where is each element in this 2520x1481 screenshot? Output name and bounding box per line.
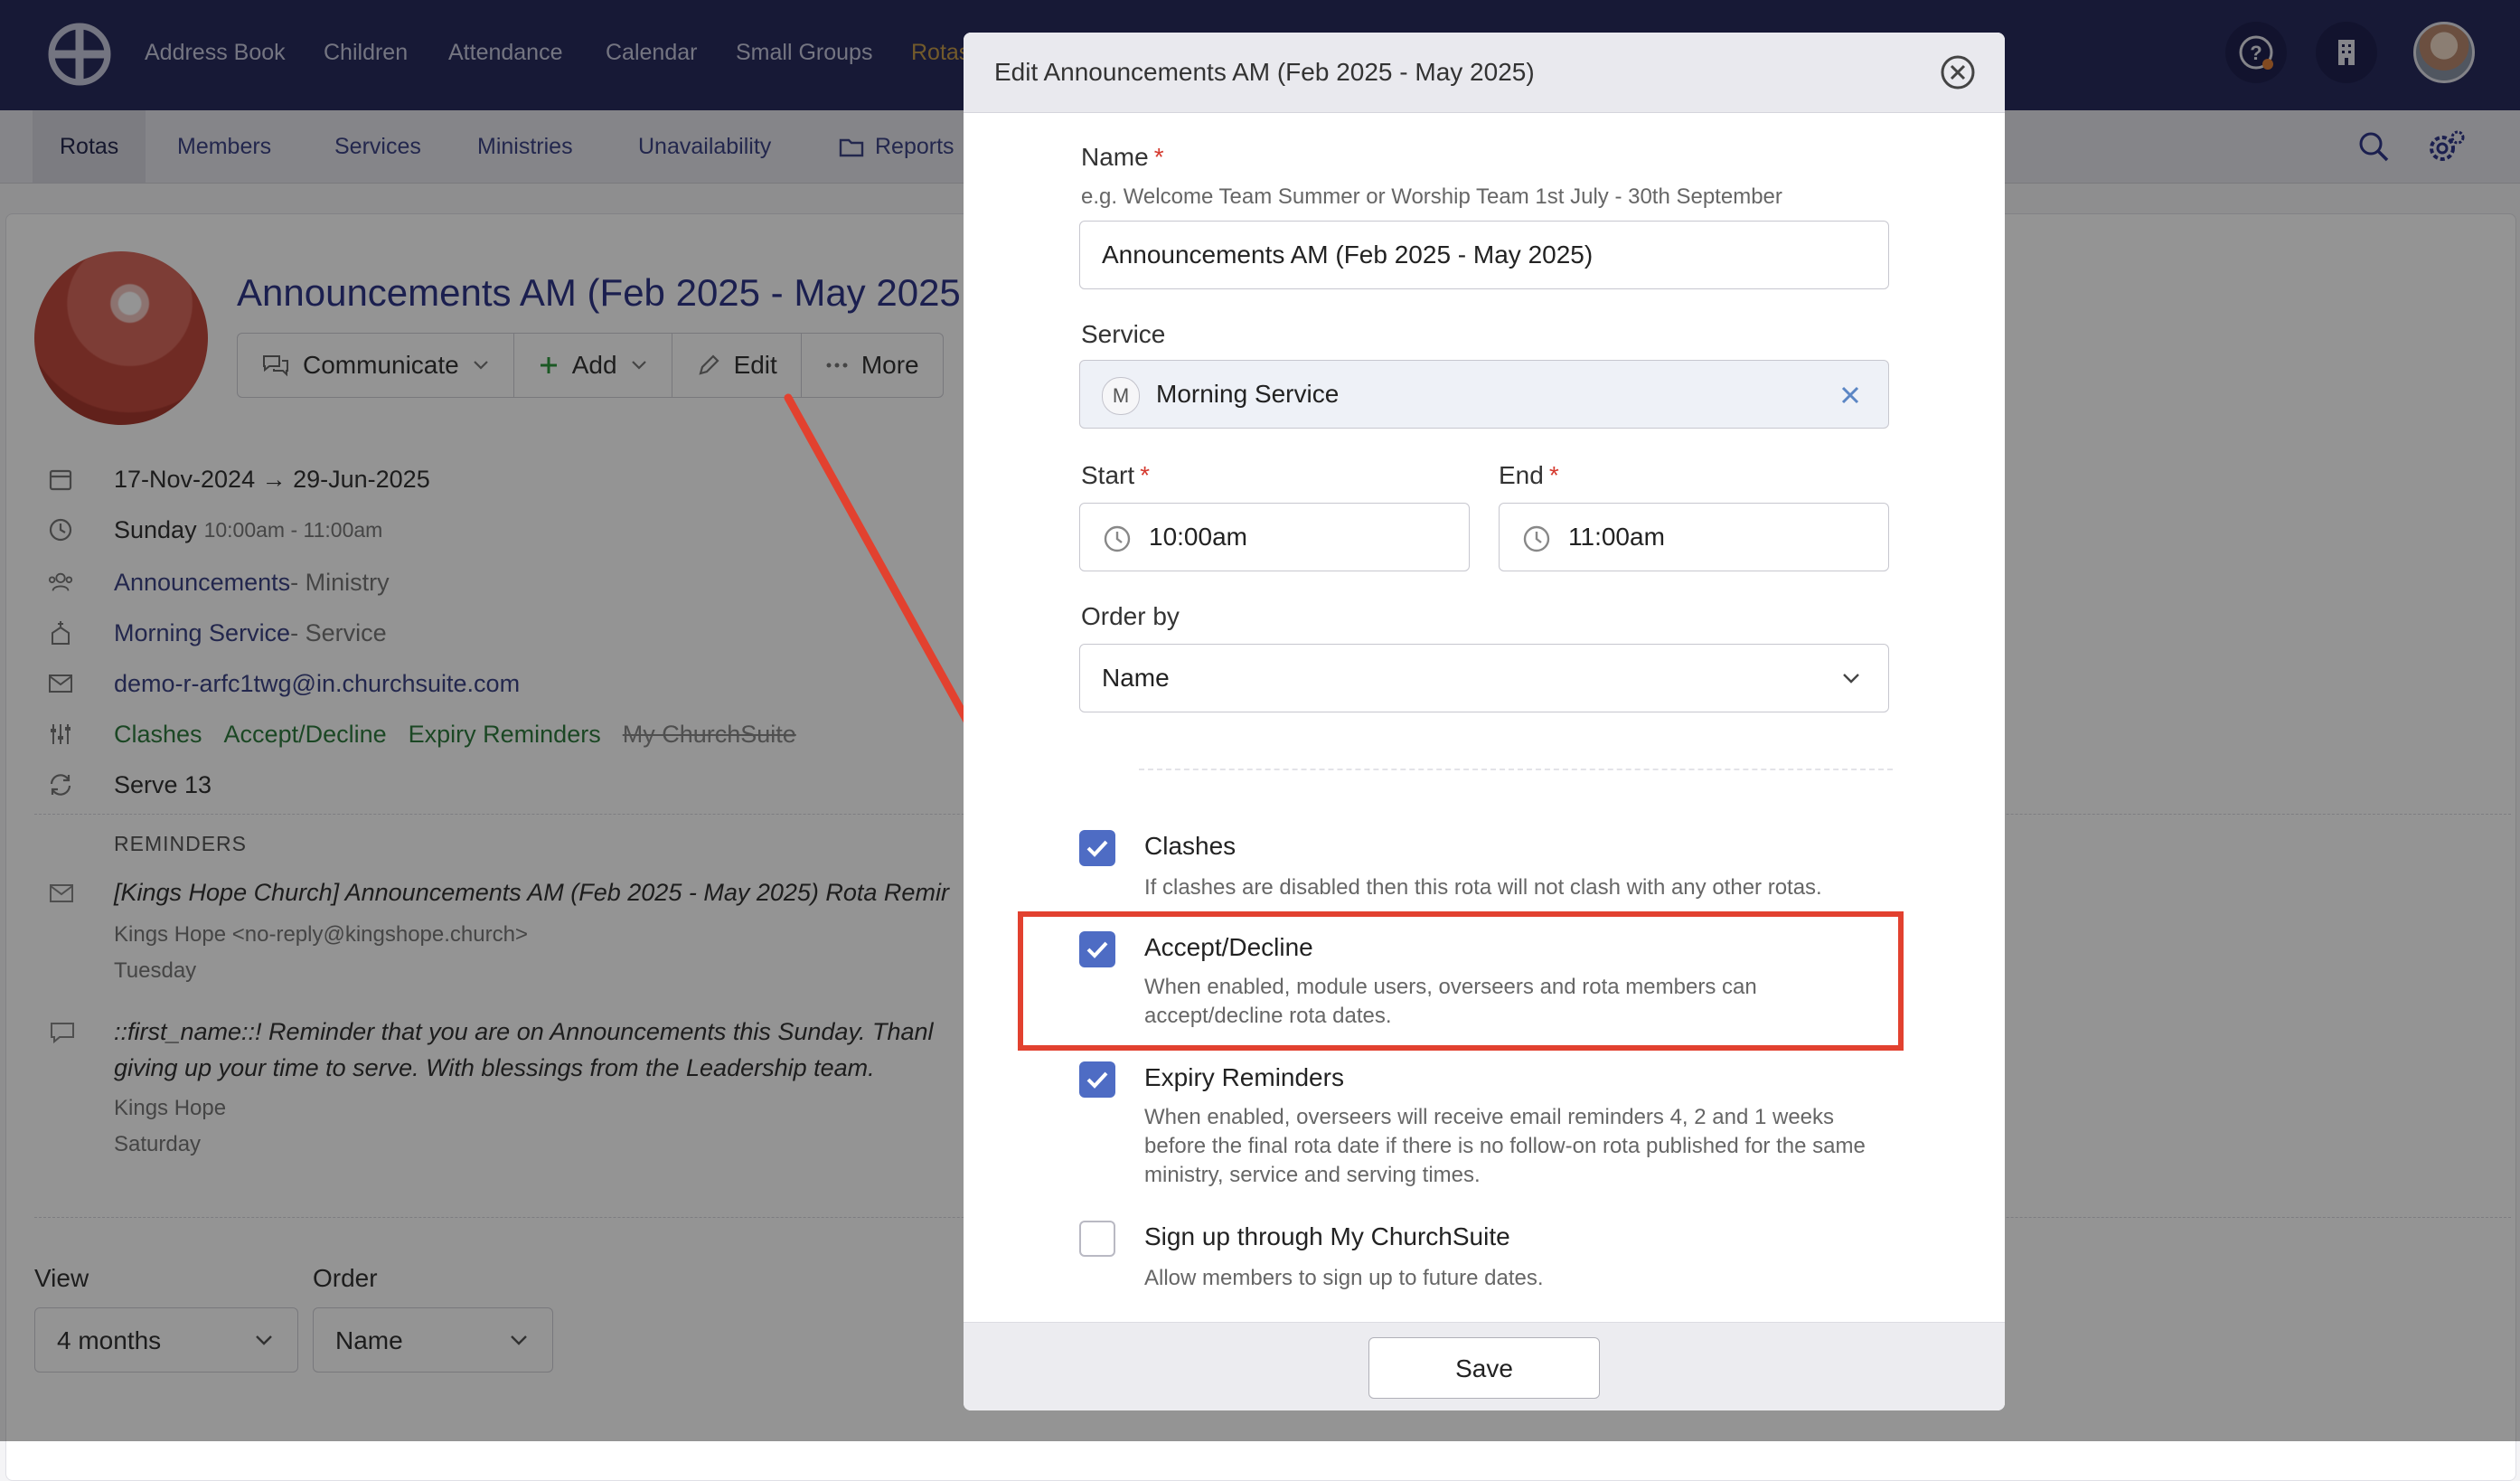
order-by-select[interactable]: Name — [1079, 644, 1889, 712]
end-label-text: End — [1499, 461, 1544, 489]
end-time-input[interactable]: 11:00am — [1499, 503, 1889, 571]
name-label-text: Name — [1081, 143, 1149, 171]
highlight-box — [1018, 911, 1904, 1051]
required-mark: * — [1153, 143, 1164, 171]
sign-up-description: Allow members to sign up to future dates… — [1144, 1266, 1544, 1290]
checkmark-icon — [1086, 840, 1108, 857]
required-mark: * — [1140, 461, 1151, 489]
name-help-text: e.g. Welcome Team Summer or Worship Team… — [1081, 184, 1782, 209]
start-label: Start * — [1081, 461, 1150, 490]
service-select-value: Morning Service — [1156, 380, 1340, 408]
expiry-reminders-label: Expiry Reminders — [1144, 1063, 1344, 1091]
start-label-text: Start — [1081, 461, 1135, 489]
service-label: Service — [1081, 320, 1166, 348]
clock-icon — [1523, 525, 1550, 552]
modal-footer: Save — [964, 1322, 2005, 1410]
end-time-value: 11:00am — [1568, 523, 1665, 551]
start-time-value: 10:00am — [1149, 523, 1247, 551]
expiry-reminders-description: When enabled, overseers will receive ema… — [1144, 1105, 1866, 1187]
modal-title: Edit Announcements AM (Feb 2025 - May 20… — [994, 58, 1535, 86]
close-icon[interactable] — [1940, 54, 1976, 90]
start-time-input[interactable]: 10:00am — [1079, 503, 1470, 571]
clock-icon — [1104, 525, 1131, 552]
sign-up-checkbox[interactable] — [1079, 1221, 1115, 1257]
clashes-label: Clashes — [1144, 832, 1236, 860]
name-input[interactable]: Announcements AM (Feb 2025 - May 2025) — [1079, 221, 1889, 289]
service-badge: M — [1102, 376, 1140, 415]
save-button[interactable]: Save — [1368, 1337, 1600, 1399]
chevron-down-icon — [1843, 674, 1859, 684]
modal-header: Edit Announcements AM (Feb 2025 - May 20… — [964, 33, 2005, 113]
sign-up-label: Sign up through My ChurchSuite — [1144, 1222, 1510, 1250]
clashes-checkbox[interactable] — [1079, 830, 1115, 866]
name-input-value: Announcements AM (Feb 2025 - May 2025) — [1102, 241, 1594, 269]
order-by-label: Order by — [1081, 602, 1180, 630]
service-select[interactable]: M Morning Service — [1079, 360, 1889, 429]
clear-x-icon[interactable] — [1839, 384, 1861, 406]
expiry-reminders-checkbox[interactable] — [1079, 1061, 1115, 1098]
order-by-value: Name — [1102, 664, 1170, 692]
checkmark-icon — [1086, 1071, 1108, 1089]
clashes-description: If clashes are disabled then this rota w… — [1144, 875, 1822, 900]
required-mark: * — [1548, 461, 1559, 489]
name-label: Name * — [1081, 143, 1164, 172]
end-label: End * — [1499, 461, 1559, 490]
divider — [1139, 769, 1893, 770]
edit-rota-modal: Edit Announcements AM (Feb 2025 - May 20… — [964, 33, 2005, 1410]
